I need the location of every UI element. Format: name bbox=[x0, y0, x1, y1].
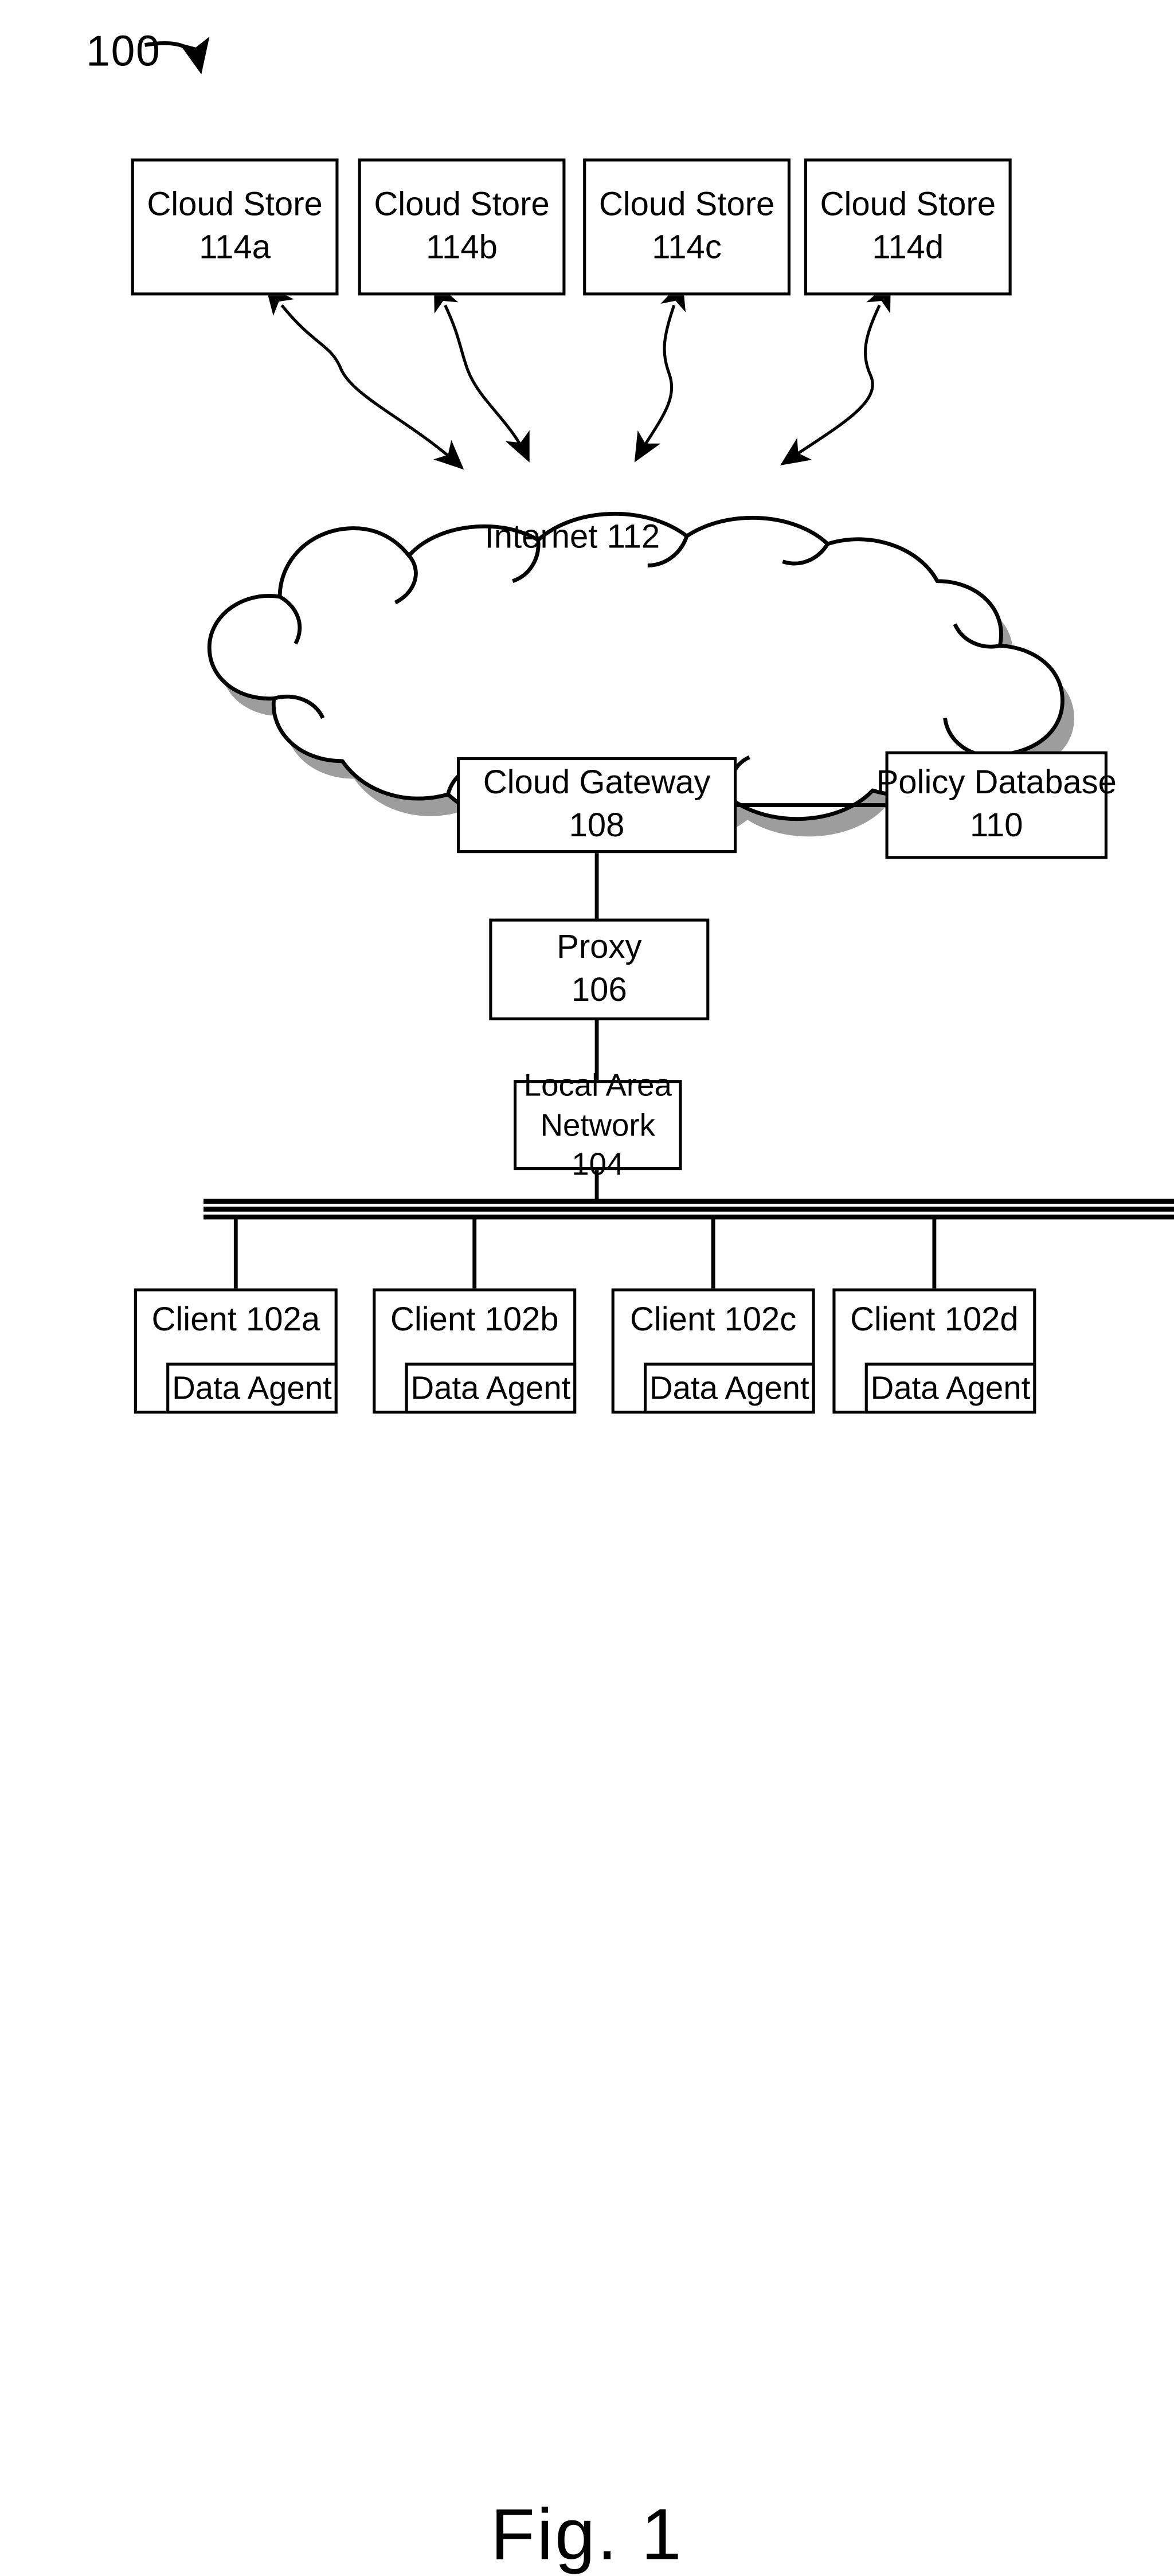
cloud-store-114c-box: Cloud Store 114c bbox=[583, 158, 791, 296]
link-arrow-cloudstore-c bbox=[634, 280, 686, 463]
lan-numeral: 104 bbox=[572, 1147, 624, 1183]
cloud-gateway-label: Cloud Gateway bbox=[483, 764, 711, 802]
cloud-store-114a-numeral: 114a bbox=[199, 229, 271, 267]
client-102a-label: Client bbox=[151, 1301, 237, 1338]
policy-database-box: Policy Database 110 bbox=[876, 751, 1117, 859]
client-102d-box: Client 102d Data Agent bbox=[832, 1288, 1036, 1414]
client-102c-label: Client bbox=[629, 1301, 715, 1338]
proxy-label: Proxy bbox=[557, 929, 642, 966]
cloud-store-114b-numeral: 114b bbox=[426, 229, 498, 267]
cloud-store-114b-box: Cloud Store 114b bbox=[358, 158, 566, 296]
client-102b-data-agent-box: Data Agent bbox=[405, 1363, 577, 1414]
cloud-store-114d-numeral: 114d bbox=[872, 229, 944, 267]
link-arrow-cloudstore-b bbox=[433, 281, 530, 463]
client-102b-box: Client 102b Data Agent bbox=[373, 1288, 577, 1414]
local-area-network-box: Local Area Network 104 bbox=[514, 1067, 682, 1182]
cloud-store-114b-label: Cloud Store bbox=[374, 186, 550, 224]
link-arrow-cloudstore-a bbox=[265, 284, 464, 470]
lan-label-line1: Local Area bbox=[523, 1067, 672, 1102]
client-102b-label: Client bbox=[390, 1301, 476, 1338]
client-102a-data-agent-box: Data Agent bbox=[166, 1363, 338, 1414]
client-102a-box: Client 102a Data Agent bbox=[134, 1288, 338, 1414]
client-102b-numeral: 102b bbox=[484, 1301, 559, 1338]
internet-label: Internet bbox=[484, 518, 598, 556]
lan-label-line2: Network bbox=[540, 1107, 655, 1142]
cloud-store-114d-box: Cloud Store 114d bbox=[804, 158, 1012, 296]
link-arrow-cloudstore-d bbox=[780, 281, 891, 465]
client-102d-numeral: 102d bbox=[944, 1301, 1019, 1338]
internet-cloud-label-group: Internet 112 bbox=[445, 515, 700, 558]
proxy-numeral: 106 bbox=[571, 971, 627, 1009]
client-102c-box: Client 102c Data Agent bbox=[611, 1288, 815, 1414]
cloud-store-114a-box: Cloud Store 114a bbox=[131, 158, 339, 296]
proxy-box: Proxy 106 bbox=[489, 918, 710, 1021]
client-102d-label: Client bbox=[850, 1301, 936, 1338]
client-102c-data-agent-box: Data Agent bbox=[643, 1363, 815, 1414]
client-102c-numeral: 102c bbox=[724, 1301, 797, 1338]
reference-numeral-100: 100 bbox=[86, 27, 161, 76]
cloud-store-114c-label: Cloud Store bbox=[598, 186, 775, 224]
policy-database-label: Policy Database bbox=[876, 764, 1117, 802]
cloud-store-114a-label: Cloud Store bbox=[147, 186, 323, 224]
cloud-gateway-numeral: 108 bbox=[569, 807, 625, 844]
policy-database-numeral: 110 bbox=[969, 807, 1023, 844]
client-102a-numeral: 102a bbox=[246, 1301, 320, 1338]
client-102c-title: Client 102c bbox=[615, 1299, 812, 1341]
client-102a-title: Client 102a bbox=[137, 1299, 335, 1341]
cloud-store-114c-numeral: 114c bbox=[652, 229, 722, 267]
client-102d-title: Client 102d bbox=[835, 1299, 1033, 1341]
cloud-gateway-box: Cloud Gateway 108 bbox=[457, 757, 737, 854]
figure-caption: Fig. 1 bbox=[490, 2493, 684, 2575]
cloud-store-114d-label: Cloud Store bbox=[820, 186, 996, 224]
client-102d-data-agent-box: Data Agent bbox=[864, 1363, 1036, 1414]
patent-figure: 100 Cloud Store 114a Cloud Store 114b Cl… bbox=[0, 0, 1174, 2575]
client-102b-title: Client 102b bbox=[375, 1299, 573, 1341]
internet-numeral: 112 bbox=[606, 518, 660, 556]
